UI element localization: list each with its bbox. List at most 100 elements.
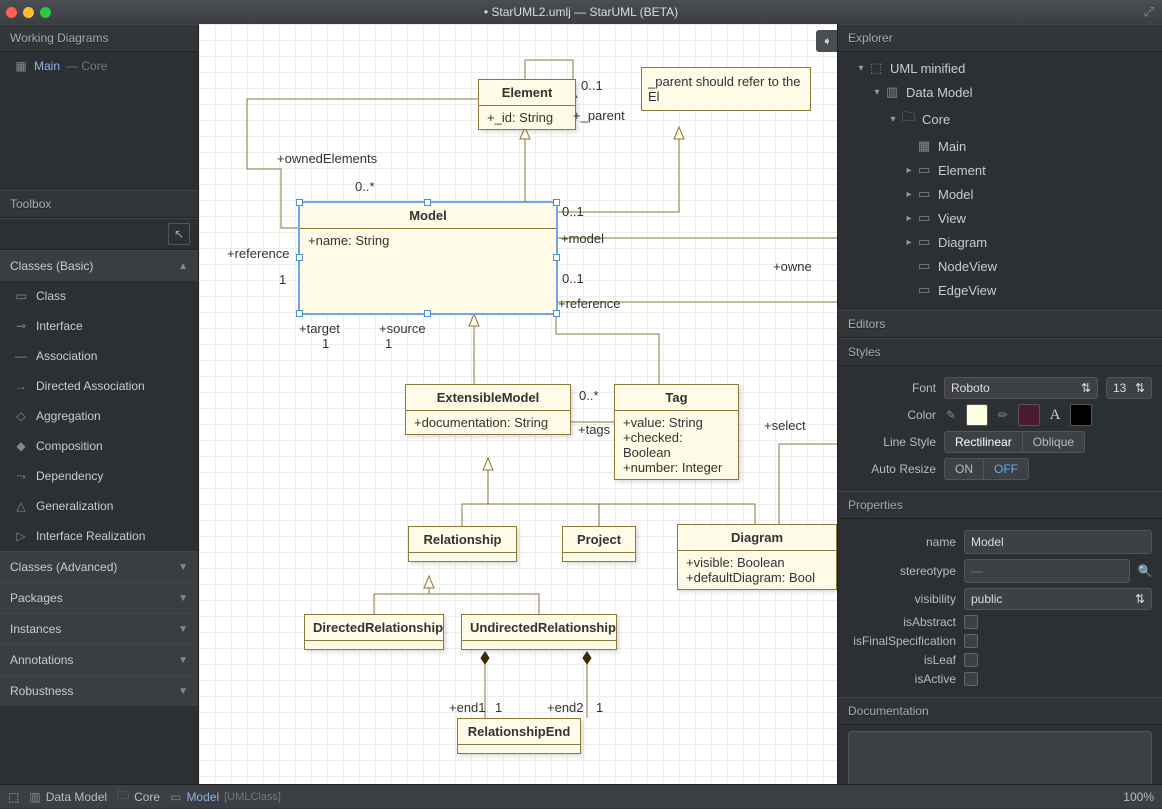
prop-name-input[interactable]: Model <box>964 530 1152 554</box>
uml-class-element[interactable]: Element +_id: String <box>478 79 576 130</box>
zoom-window-button[interactable] <box>40 7 51 18</box>
directed-association-icon: → <box>14 379 28 393</box>
label-model: +model <box>561 231 604 246</box>
text-color-swatch[interactable] <box>1070 404 1092 426</box>
pencil-icon[interactable]: ✏ <box>996 408 1010 422</box>
uml-class-directedrelationship[interactable]: DirectedRelationship <box>304 614 444 650</box>
uml-class-extensiblemodel[interactable]: ExtensibleModel +documentation: String <box>405 384 571 435</box>
prop-isactive-checkbox[interactable] <box>964 672 978 686</box>
prop-isabstract-checkbox[interactable] <box>964 615 978 629</box>
label-source-one: 1 <box>385 336 392 351</box>
toolbox-item-composition[interactable]: ◆Composition <box>0 431 198 461</box>
tree-row-diagram[interactable]: ▸▭Diagram <box>838 230 1162 254</box>
working-diagram-name: Main <box>34 59 60 73</box>
label-end2: +end2 <box>547 700 584 715</box>
toolbox-group-robustness[interactable]: Robustness▼ <box>0 675 198 706</box>
toolbox-item-class[interactable]: ▭Class <box>0 281 198 311</box>
toolbox-item-directed-association[interactable]: →Directed Association <box>0 371 198 401</box>
toolbox-group-instances[interactable]: Instances▼ <box>0 613 198 644</box>
tree-row-edgeview[interactable]: ▭EdgeView <box>838 278 1162 302</box>
search-icon[interactable]: 🔍 <box>1138 564 1152 578</box>
select-tool-button[interactable]: ↖ <box>168 223 190 245</box>
statusbar: ⬚ ▥Data Model 🗀Core ▭Model[UMLClass] 100… <box>0 784 1162 808</box>
class-icon: ▭ <box>918 234 934 250</box>
collapse-right-button[interactable]: ➧ <box>816 30 838 52</box>
toolbox-item-generalization[interactable]: △Generalization <box>0 491 198 521</box>
linestyle-rectilinear-button[interactable]: Rectilinear <box>944 431 1023 453</box>
generalization-icon: △ <box>14 499 28 513</box>
prop-visibility-select[interactable]: public⇅ <box>964 588 1152 610</box>
uml-class-diagram[interactable]: Diagram +visible: Boolean+defaultDiagram… <box>677 524 837 590</box>
toolbox-group-classes-basic[interactable]: Classes (Basic)▲ <box>0 250 198 281</box>
prop-isleaf-checkbox[interactable] <box>964 653 978 667</box>
close-window-button[interactable] <box>6 7 17 18</box>
chevron-down-icon: ▼ <box>178 624 188 635</box>
window-title: • StarUML2.umlj — StarUML (BETA) <box>484 5 678 19</box>
uml-class-relationship[interactable]: Relationship <box>408 526 517 562</box>
titlebar: • StarUML2.umlj — StarUML (BETA) ⤢ <box>0 0 1162 24</box>
documentation-textarea[interactable] <box>848 731 1152 784</box>
color-label: Color <box>848 408 936 422</box>
uml-class-undirectedrelationship[interactable]: UndirectedRelationship <box>461 614 617 650</box>
autoresize-on-button[interactable]: ON <box>944 458 984 480</box>
autoresize-off-button[interactable]: OFF <box>984 458 1029 480</box>
toolbox-group-annotations[interactable]: Annotations▼ <box>0 644 198 675</box>
editors-title: Editors <box>838 310 1162 338</box>
minimize-window-button[interactable] <box>23 7 34 18</box>
model-icon: ▥ <box>29 790 40 804</box>
toolbox-item-interface-realization[interactable]: ▷Interface Realization <box>0 521 198 551</box>
tree-row-data-model[interactable]: ▾▥Data Model <box>838 80 1162 104</box>
diagram-canvas[interactable]: ➧ <box>198 24 838 784</box>
toolbox-item-dependency[interactable]: ⤳Dependency <box>0 461 198 491</box>
label-reference: +reference <box>227 246 290 261</box>
class-icon: ▭ <box>918 282 934 298</box>
crumb-data-model[interactable]: ▥Data Model <box>29 790 107 804</box>
label-end1: +end1 <box>449 700 486 715</box>
tree-row-root[interactable]: ▾⬚UML minified <box>838 56 1162 80</box>
chevron-down-icon: ▼ <box>178 686 188 697</box>
chevron-down-icon: ▼ <box>178 655 188 666</box>
label-source: +source <box>379 321 426 336</box>
tree-row-main[interactable]: ▦Main <box>838 134 1162 158</box>
uml-class-relationshipend[interactable]: RelationshipEnd <box>457 718 581 754</box>
line-color-swatch[interactable] <box>1018 404 1040 426</box>
label-zero-one-b: 0..1 <box>562 204 584 219</box>
label-tags: +tags <box>578 422 610 437</box>
crumb-core[interactable]: 🗀Core <box>117 786 160 807</box>
prop-stereotype-input[interactable]: — <box>964 559 1130 583</box>
working-diagram-main[interactable]: ▦ Main — Core <box>0 52 198 80</box>
zoom-level[interactable]: 100% <box>1123 790 1154 804</box>
font-select[interactable]: Roboto⇅ <box>944 377 1098 399</box>
association-icon: — <box>14 349 28 363</box>
toolbox-item-aggregation[interactable]: ◇Aggregation <box>0 401 198 431</box>
uml-class-tag[interactable]: Tag +value: String +checked: Boolean +nu… <box>614 384 739 480</box>
label-target: +target <box>299 321 340 336</box>
fill-color-swatch[interactable] <box>966 404 988 426</box>
package-icon: 🗀 <box>117 786 129 807</box>
toolbox-item-association[interactable]: —Association <box>0 341 198 371</box>
toolbox-group-packages[interactable]: Packages▼ <box>0 582 198 613</box>
expand-icon[interactable]: ⤢ <box>1144 4 1154 20</box>
uml-class-project[interactable]: Project <box>562 526 636 562</box>
working-diagrams-title: Working Diagrams <box>0 24 198 52</box>
toolbox-group-classes-advanced[interactable]: Classes (Advanced)▼ <box>0 551 198 582</box>
tree-row-view[interactable]: ▸▭View <box>838 206 1162 230</box>
uml-class-model-selected[interactable]: Model +name: String <box>299 202 557 314</box>
package-icon: 🗀 <box>902 108 918 130</box>
tree-row-model[interactable]: ▸▭Model <box>838 182 1162 206</box>
prop-isfinalspec-checkbox[interactable] <box>964 634 978 648</box>
tree-row-element[interactable]: ▸▭Element <box>838 158 1162 182</box>
diagram-icon: ▦ <box>918 138 934 154</box>
diagram-icon: ▦ <box>14 59 28 73</box>
dependency-icon: ⤳ <box>14 469 28 483</box>
font-size-select[interactable]: 13⇅ <box>1106 377 1152 399</box>
chevron-up-icon: ▲ <box>178 261 188 272</box>
tree-row-core[interactable]: ▾🗀Core <box>838 104 1162 134</box>
toolbox-item-interface[interactable]: ⊸Interface <box>0 311 198 341</box>
uml-note-parent[interactable]: _parent should refer to the El <box>641 67 811 111</box>
tree-row-nodeview[interactable]: ▭NodeView <box>838 254 1162 278</box>
crumb-model[interactable]: ▭Model[UMLClass] <box>170 790 281 804</box>
eyedropper-icon[interactable]: ✎ <box>944 408 958 422</box>
linestyle-oblique-button[interactable]: Oblique <box>1023 431 1085 453</box>
text-color-icon[interactable]: A <box>1048 408 1062 422</box>
